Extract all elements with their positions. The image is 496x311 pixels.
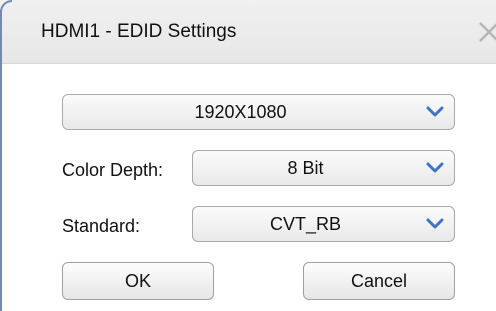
chevron-down-icon [426,162,444,173]
title-bar[interactable]: HDMI1 - EDID Settings [0,0,496,64]
close-button[interactable] [474,16,496,46]
chevron-down-icon [426,218,444,229]
color-depth-select[interactable]: 8 Bit [192,150,455,186]
standard-label: Standard: [62,216,141,236]
window-left-border [0,10,2,311]
color-depth-value: 8 Bit [287,158,324,178]
color-depth-label: Color Depth: [62,160,164,180]
cancel-button[interactable]: Cancel [303,262,455,300]
close-icon [479,22,496,42]
chevron-down-icon [426,106,444,117]
window-title: HDMI1 - EDID Settings [41,21,237,42]
standard-value: CVT_RB [269,214,341,234]
standard-select[interactable]: CVT_RB [192,206,455,242]
edid-settings-dialog: HDMI1 - EDID Settings 1920X1080 Color De… [0,0,496,311]
resolution-select[interactable]: 1920X1080 [62,94,455,130]
resolution-value: 1920X1080 [194,102,287,122]
ok-button[interactable]: OK [62,262,214,300]
